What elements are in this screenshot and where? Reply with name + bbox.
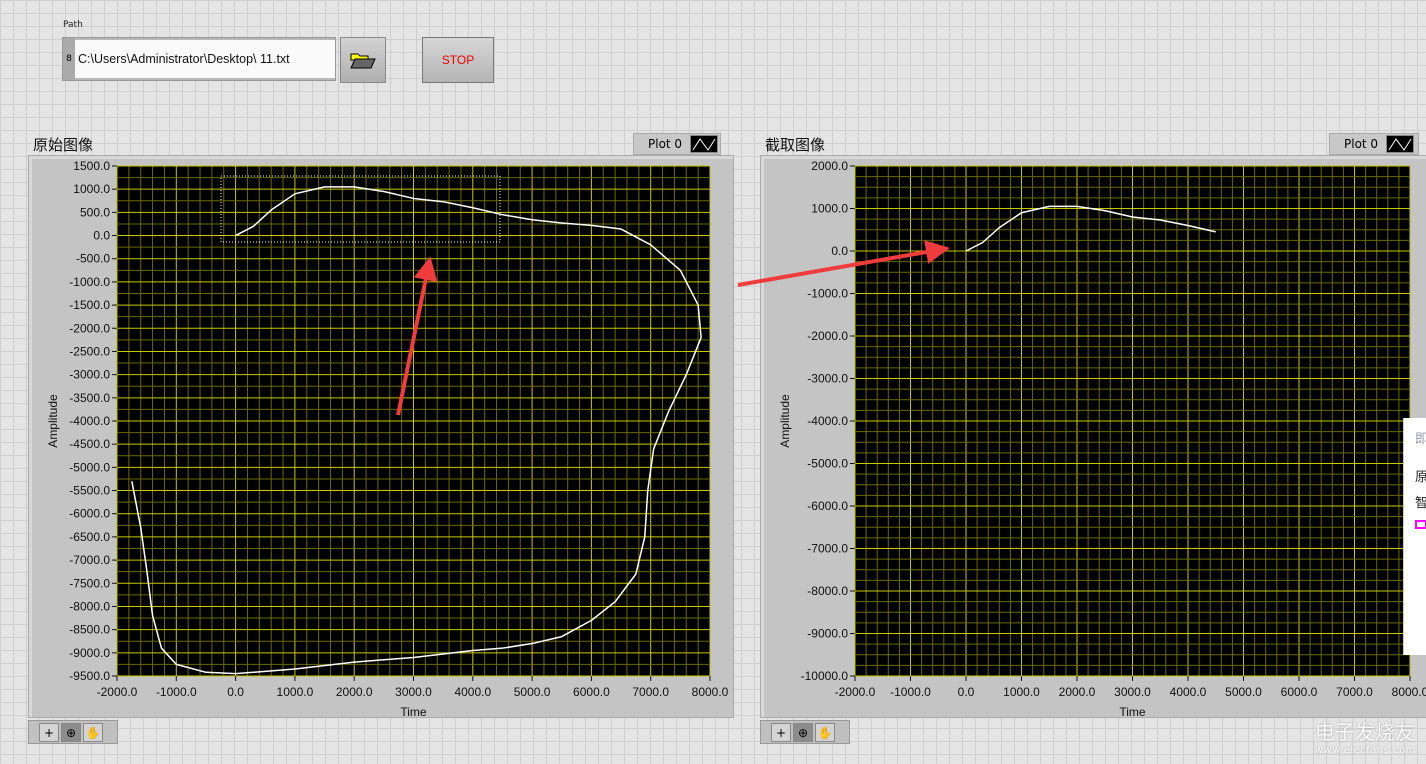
cursor-tool-icon[interactable]: + xyxy=(771,723,791,742)
zoom-tool-icon[interactable]: ⊕ xyxy=(61,723,81,742)
legend-label: Plot 0 xyxy=(648,137,683,151)
pan-hand-icon[interactable]: ✋ xyxy=(83,723,103,742)
plot-legend[interactable]: Plot 0 xyxy=(633,133,721,155)
plot-line-icon xyxy=(1386,135,1415,153)
browse-button[interactable] xyxy=(340,37,386,83)
graph-title: 原始图像 xyxy=(33,136,94,154)
graph-palette: + ⊕ ✋ xyxy=(28,720,118,744)
popup-line: 即 xyxy=(1415,428,1426,447)
popup-line: 智 xyxy=(1415,492,1426,511)
path-control[interactable]: 8 xyxy=(62,37,336,81)
plot-line-icon xyxy=(690,135,719,153)
folder-icon xyxy=(350,53,376,69)
graph-cropped xyxy=(760,155,1426,718)
graph-original xyxy=(28,155,734,718)
pan-hand-icon[interactable]: ✋ xyxy=(815,723,835,742)
watermark-logo: 电子发烧友 www.elecfans.com xyxy=(1314,720,1416,756)
graph-palette: + ⊕ ✋ xyxy=(760,720,850,744)
popup-icon xyxy=(1415,520,1426,529)
path-handle[interactable]: 8 xyxy=(63,38,75,80)
popup-window[interactable]: 即 原 智 xyxy=(1403,418,1426,655)
plot-legend[interactable]: Plot 0 xyxy=(1329,133,1419,155)
cursor-tool-icon[interactable]: + xyxy=(39,723,59,742)
path-input[interactable] xyxy=(75,40,335,78)
stop-button[interactable]: STOP xyxy=(422,37,494,83)
path-label: Path xyxy=(63,20,83,30)
legend-label: Plot 0 xyxy=(1344,137,1379,151)
graph-title: 截取图像 xyxy=(765,136,826,154)
popup-line: 原 xyxy=(1415,466,1426,485)
zoom-tool-icon[interactable]: ⊕ xyxy=(793,723,813,742)
